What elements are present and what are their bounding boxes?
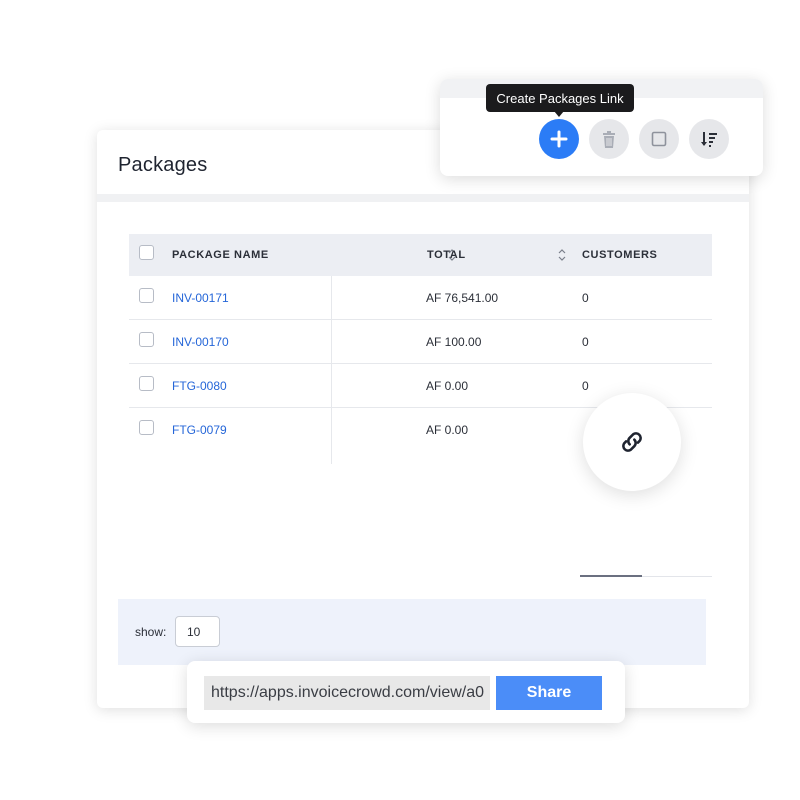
sort-icon [701, 132, 717, 147]
row-checkbox[interactable] [139, 375, 154, 391]
square-icon [651, 131, 667, 147]
package-name-link[interactable]: FTG-0080 [172, 379, 227, 393]
scrollbar-thumb[interactable] [580, 575, 642, 577]
column-header-total[interactable]: TOTAL [374, 234, 570, 276]
tooltip: Create Packages Link [486, 84, 634, 112]
delete-button[interactable] [589, 119, 629, 159]
row-checkbox[interactable] [139, 331, 154, 347]
total-cell: AF 0.00 [426, 423, 469, 437]
table-footer: show: 10 [118, 599, 706, 665]
page-size-input[interactable]: 10 [175, 616, 220, 647]
table-row[interactable]: INV-00171 AF 76,541.00 0 [129, 276, 712, 320]
select-all-checkbox[interactable] [139, 245, 154, 260]
package-name-link[interactable]: INV-00171 [172, 291, 229, 305]
row-checkbox[interactable] [139, 287, 154, 303]
page-title: Packages [118, 154, 208, 176]
table-row[interactable]: INV-00170 AF 100.00 0 [129, 320, 712, 364]
link-icon [622, 432, 642, 452]
package-name-link[interactable]: FTG-0079 [172, 423, 227, 437]
tooltip-arrow [554, 111, 564, 117]
package-name-link[interactable]: INV-00170 [172, 335, 229, 349]
share-button[interactable]: Share [496, 676, 602, 710]
table-header: PACKAGE NAME TOTAL CUSTOMERS [129, 234, 712, 276]
select-button[interactable] [639, 119, 679, 159]
share-url-field[interactable]: https://apps.invoicecrowd.com/view/a0 [204, 676, 490, 710]
sort-button[interactable] [689, 119, 729, 159]
link-badge[interactable] [583, 393, 681, 491]
column-header-customers[interactable]: CUSTOMERS [570, 234, 712, 276]
customers-cell: 0 [582, 334, 589, 349]
row-checkbox[interactable] [139, 420, 154, 435]
trash-icon [603, 130, 615, 148]
plus-icon [550, 130, 568, 148]
share-bar: https://apps.invoicecrowd.com/view/a0 Sh… [187, 661, 625, 723]
page-size-label: show: [135, 625, 167, 639]
total-cell: AF 0.00 [426, 378, 469, 393]
total-cell: AF 76,541.00 [426, 290, 499, 305]
total-cell: AF 100.00 [426, 334, 482, 349]
create-package-link-button[interactable] [539, 119, 579, 159]
column-header-package-name[interactable]: PACKAGE NAME [172, 234, 456, 276]
customers-cell: 0 [582, 290, 589, 305]
customers-cell: 0 [582, 378, 589, 393]
sort-toggle-icon[interactable] [558, 248, 566, 262]
